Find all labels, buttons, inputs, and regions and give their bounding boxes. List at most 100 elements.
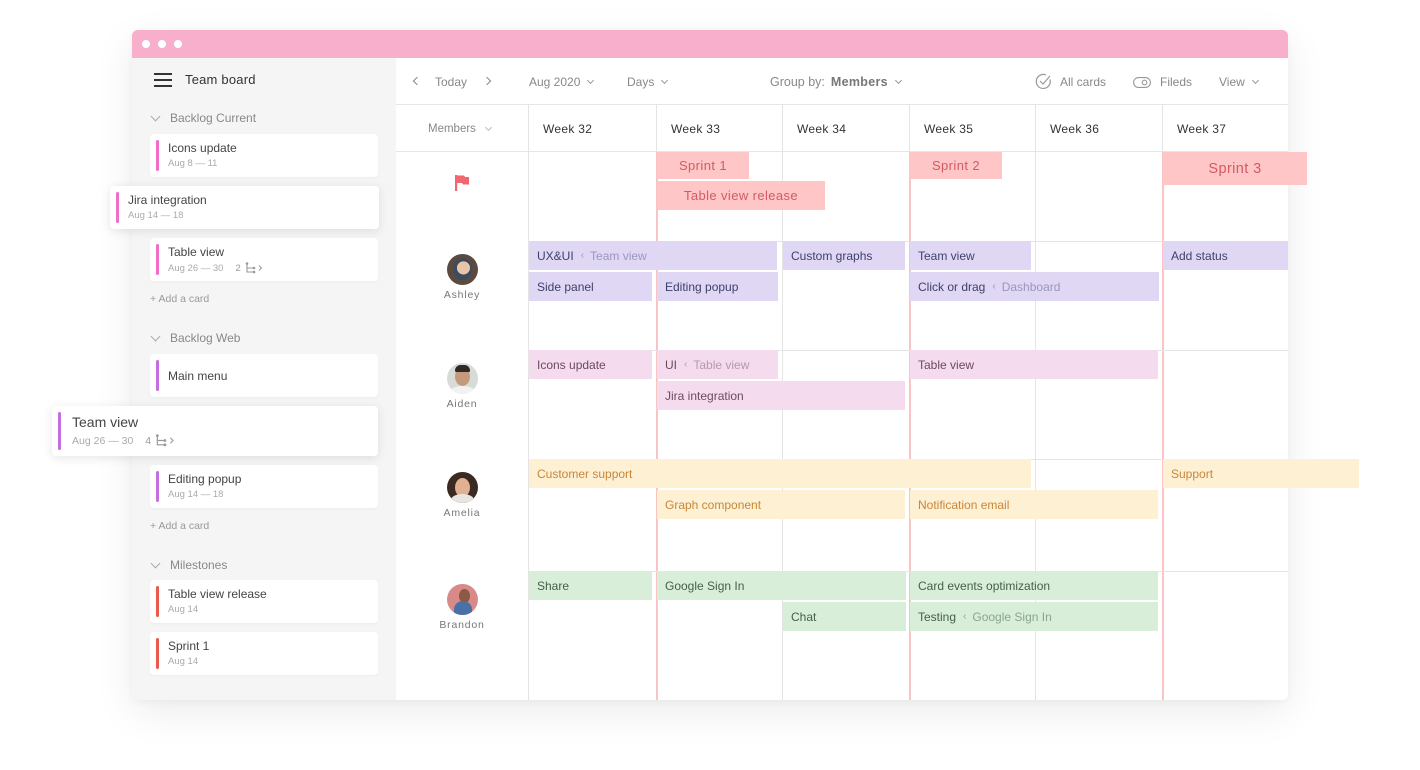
milestone-sprint-1[interactable]: Sprint 1 (657, 152, 749, 179)
member-name: Brandon (439, 619, 485, 631)
group-header-backlog-current[interactable]: Backlog Current (150, 111, 257, 125)
event-graph-component[interactable]: Graph component (657, 490, 905, 519)
card-main-menu[interactable]: Main menu (150, 354, 378, 397)
week-header: Week 33 (671, 121, 721, 136)
avatar (446, 254, 478, 285)
event-icons-update[interactable]: Icons update (529, 350, 652, 379)
milestone-table-view-release[interactable]: Table view release (657, 181, 825, 210)
event-side-panel[interactable]: Side panel (529, 272, 652, 301)
members-header-label: Members (428, 122, 476, 135)
add-card-button[interactable]: + Add a card (150, 293, 209, 305)
event-ux-ui[interactable]: UX&UI ‹ Team view (529, 241, 777, 270)
next-button[interactable] (482, 76, 492, 86)
chevron-down-icon (587, 76, 595, 85)
card-editing-popup[interactable]: Editing popup Aug 14 — 18 (150, 465, 378, 508)
card-meta: Aug 26 — 30 2 (168, 262, 265, 274)
milestone-flag-icon (455, 175, 469, 191)
card-color-bar (156, 638, 159, 669)
member-brandon[interactable]: Brandon (396, 584, 528, 631)
event-team-view[interactable]: Team view (910, 241, 1031, 270)
card-sprint-1[interactable]: Sprint 1 Aug 14 (150, 632, 378, 675)
toggle-icon (1133, 76, 1151, 88)
card-table-view[interactable]: Table view Aug 26 — 30 2 (150, 238, 378, 281)
member-aiden[interactable]: Aiden (396, 363, 528, 410)
event-custom-graphs[interactable]: Custom graphs (783, 241, 905, 270)
all-cards-button[interactable]: All cards (1035, 73, 1106, 90)
group-by-label: Group by: (770, 75, 825, 89)
group-header-backlog-web[interactable]: Backlog Web (150, 331, 241, 345)
event-chat[interactable]: Chat (783, 602, 906, 631)
group-header-milestones[interactable]: Milestones (150, 558, 228, 572)
card-date: Aug 14 (168, 604, 199, 615)
card-icons-update[interactable]: Icons update Aug 8 — 11 (150, 134, 378, 177)
month-select[interactable]: Aug 2020 (529, 75, 595, 89)
prev-button[interactable] (412, 76, 422, 86)
card-team-view-dragging[interactable]: Team view Aug 26 — 30 4 (52, 406, 378, 456)
event-notification-email[interactable]: Notification email (910, 490, 1158, 519)
event-editing-popup[interactable]: Editing popup (657, 272, 778, 301)
event-parent: Table view (693, 357, 750, 372)
card-title: Jira integration (128, 193, 207, 207)
event-jira-integration[interactable]: Jira integration (657, 381, 905, 410)
milestone-sprint-3[interactable]: Sprint 3 (1163, 152, 1307, 185)
week-header: Week 32 (543, 121, 593, 136)
week-header: Week 34 (797, 121, 847, 136)
chevron-left-icon: ‹ (580, 250, 585, 261)
event-testing[interactable]: Testing ‹ Google Sign In (910, 602, 1158, 631)
event-click-or-drag[interactable]: Click or drag ‹ Dashboard (910, 272, 1159, 301)
card-title: Table view release (168, 587, 267, 601)
event-share[interactable]: Share (529, 571, 652, 600)
milestone-sprint-2[interactable]: Sprint 2 (910, 152, 1002, 179)
chevron-down-icon (1251, 76, 1259, 85)
week-header: Week 37 (1177, 121, 1227, 136)
group-by-select[interactable]: Group by: Members (770, 75, 902, 89)
group-title: Backlog Web (170, 331, 241, 345)
window-dot-minimize[interactable] (158, 40, 166, 48)
chevron-left-icon (412, 76, 422, 86)
event-parent: Team view (590, 248, 647, 263)
event-customer-support[interactable]: Customer support (529, 459, 1031, 488)
card-color-bar (156, 360, 159, 391)
week-header: Week 35 (924, 121, 974, 136)
card-color-bar (156, 586, 159, 617)
scale-select[interactable]: Days (627, 75, 669, 89)
event-google-sign-in[interactable]: Google Sign In (657, 571, 906, 600)
member-amelia[interactable]: Amelia (396, 472, 528, 519)
event-add-status[interactable]: Add status (1163, 241, 1288, 270)
view-label: View (1219, 75, 1245, 89)
window-dot-close[interactable] (142, 40, 150, 48)
event-parent: Dashboard (1001, 279, 1061, 294)
event-support[interactable]: Support (1163, 459, 1359, 488)
window-dot-maximize[interactable] (174, 40, 182, 48)
card-date: Aug 8 — 11 (168, 158, 218, 169)
grid-divider (656, 105, 657, 152)
fields-button[interactable]: Fileds (1133, 75, 1192, 89)
card-title: Sprint 1 (168, 639, 210, 653)
card-title: Icons update (168, 141, 237, 155)
card-table-view-release[interactable]: Table view release Aug 14 (150, 580, 378, 623)
today-button[interactable]: Today (435, 75, 467, 89)
subtask-count[interactable]: 4 (145, 434, 177, 447)
event-ui[interactable]: UI ‹ Table view (657, 350, 778, 379)
event-title: Testing (918, 609, 957, 624)
title-bar (132, 30, 1288, 58)
week-header: Week 36 (1050, 121, 1100, 136)
hamburger-icon[interactable] (154, 72, 172, 87)
chevron-left-icon: ‹ (963, 611, 967, 622)
grid-divider (528, 105, 529, 700)
add-card-button[interactable]: + Add a card (150, 520, 209, 532)
member-ashley[interactable]: Ashley (396, 254, 528, 301)
event-card-events-optimization[interactable]: Card events optimization (910, 571, 1158, 600)
event-title: UI (665, 357, 677, 372)
members-column-header[interactable]: Members (428, 105, 492, 152)
subtask-count[interactable]: 2 (235, 262, 264, 274)
event-table-view[interactable]: Table view (910, 350, 1158, 379)
card-jira-integration-dragging[interactable]: Jira integration Aug 14 — 18 (110, 186, 379, 229)
group-title: Milestones (170, 558, 228, 572)
view-select[interactable]: View (1219, 75, 1259, 89)
group-title: Backlog Current (170, 111, 257, 125)
card-color-bar (156, 140, 159, 171)
card-title: Team view (72, 414, 139, 430)
subtask-number: 2 (235, 262, 241, 274)
avatar (446, 584, 478, 615)
